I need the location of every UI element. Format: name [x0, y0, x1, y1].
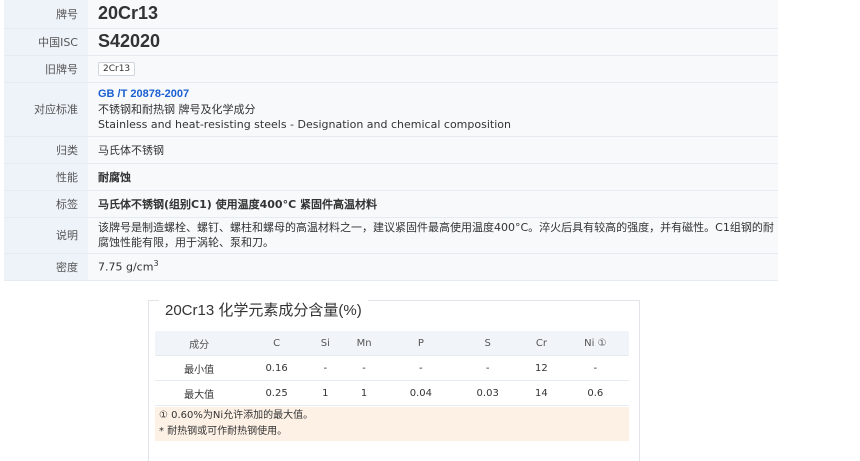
- composition-cell: -: [340, 355, 388, 381]
- old-grade-label: 旧牌号: [4, 55, 88, 83]
- isc-label: 中国ISC: [4, 28, 88, 56]
- old-grade-tag[interactable]: 2Cr13: [98, 62, 136, 76]
- grade-value: 20Cr13: [98, 3, 159, 24]
- performance-value: 耐腐蚀: [88, 163, 778, 191]
- composition-header-cell[interactable]: Ni ①: [561, 331, 629, 356]
- standard-link[interactable]: GB /T 20878-2007: [98, 87, 778, 102]
- composition-row: 最大值 0.25 1 1 0.04 0.03 14 0.6: [155, 380, 629, 406]
- row-isc: 中国ISC S42020: [4, 28, 778, 56]
- composition-header-cell: Cr: [521, 331, 562, 356]
- chemical-composition-panel: 20Cr13 化学元素成分含量(%) 成分 C Si Mn P S Cr Ni ① 最小值 0.1…: [148, 299, 640, 461]
- chemical-composition-title: 20Cr13 化学元素成分含量(%): [159, 299, 368, 320]
- composition-header-cell: P: [387, 331, 455, 356]
- composition-cell: -: [387, 355, 455, 381]
- composition-cell: -: [454, 355, 522, 381]
- density-value: 7.75 g/cm: [98, 260, 154, 274]
- composition-note: * 耐热钢或可作耐热钢使用。: [159, 426, 288, 437]
- composition-cell: 0.04: [387, 380, 455, 406]
- description-value: 该牌号是制造螺栓、螺钉、螺柱和螺母的高温材料之一，建议紧固件最高使用温度400°…: [88, 217, 778, 254]
- row-class: 归类 马氏体不锈钢: [4, 136, 778, 164]
- composition-cell: -: [310, 355, 341, 381]
- standard-title-en: Stainless and heat-resisting steels - De…: [98, 117, 511, 131]
- composition-cell: 最小值: [155, 355, 244, 381]
- composition-header-cell: S: [454, 331, 522, 356]
- composition-cell: 0.16: [243, 355, 310, 381]
- row-density: 密度 7.75 g/cm3: [4, 253, 778, 281]
- composition-cell: 1: [310, 380, 341, 406]
- row-description: 说明 该牌号是制造螺栓、螺钉、螺柱和螺母的高温材料之一，建议紧固件最高使用温度4…: [4, 217, 778, 254]
- composition-row: 最小值 0.16- - - -12-: [155, 355, 629, 381]
- composition-header-cell: Mn: [340, 331, 388, 356]
- density-unit-superscript: 3: [153, 259, 159, 269]
- composition-header-row: 成分 C Si Mn P S Cr Ni ①: [155, 331, 629, 356]
- row-tags: 标签 马氏体不锈钢(组别C1) 使用温度400°C 紧固件高温材料: [4, 190, 778, 218]
- grade-label: 牌号: [4, 0, 88, 29]
- composition-notes: ① 0.60%为Ni允许添加的最大值。 * 耐热钢或可作耐热钢使用。: [155, 407, 629, 441]
- standard-label: 对应标准: [4, 82, 88, 137]
- composition-cell: 0.03: [454, 380, 522, 406]
- class-value: 马氏体不锈钢: [88, 136, 778, 164]
- composition-note: ① 0.60%为Ni允许添加的最大值。: [159, 410, 314, 421]
- row-grade: 牌号 20Cr13: [4, 0, 778, 29]
- tags-value: 马氏体不锈钢(组别C1) 使用温度400°C 紧固件高温材料: [88, 190, 778, 218]
- tags-label: 标签: [4, 190, 88, 218]
- composition-cell: 12: [521, 355, 562, 381]
- standard-title-cn: 不锈钢和耐热钢 牌号及化学成分: [98, 102, 256, 116]
- class-label: 归类: [4, 136, 88, 164]
- composition-cell: 14: [521, 380, 562, 406]
- row-standard: 对应标准 GB /T 20878-2007 不锈钢和耐热钢 牌号及化学成分 St…: [4, 82, 778, 137]
- composition-cell: 0.6: [561, 380, 629, 406]
- composition-cell: -: [561, 355, 629, 381]
- composition-header-cell: C: [243, 331, 310, 356]
- isc-value: S42020: [98, 31, 161, 51]
- properties-table: 牌号 20Cr13 中国ISC S42020 旧牌号 2Cr13 对应标准 GB…: [4, 0, 778, 281]
- row-old-grade: 旧牌号 2Cr13: [4, 55, 778, 83]
- composition-cell: 1: [340, 380, 388, 406]
- composition-header-cell: 成分: [155, 331, 244, 356]
- composition-table: 成分 C Si Mn P S Cr Ni ① 最小值 0.16- - - -12- 最大值 0.25 1 1 0.…: [155, 331, 629, 406]
- composition-cell: 0.25: [243, 380, 310, 406]
- composition-cell: 最大值: [155, 380, 244, 406]
- description-label: 说明: [4, 217, 88, 254]
- row-performance: 性能 耐腐蚀: [4, 163, 778, 191]
- performance-label: 性能: [4, 163, 88, 191]
- composition-header-cell: Si: [310, 331, 341, 356]
- density-label: 密度: [4, 253, 88, 281]
